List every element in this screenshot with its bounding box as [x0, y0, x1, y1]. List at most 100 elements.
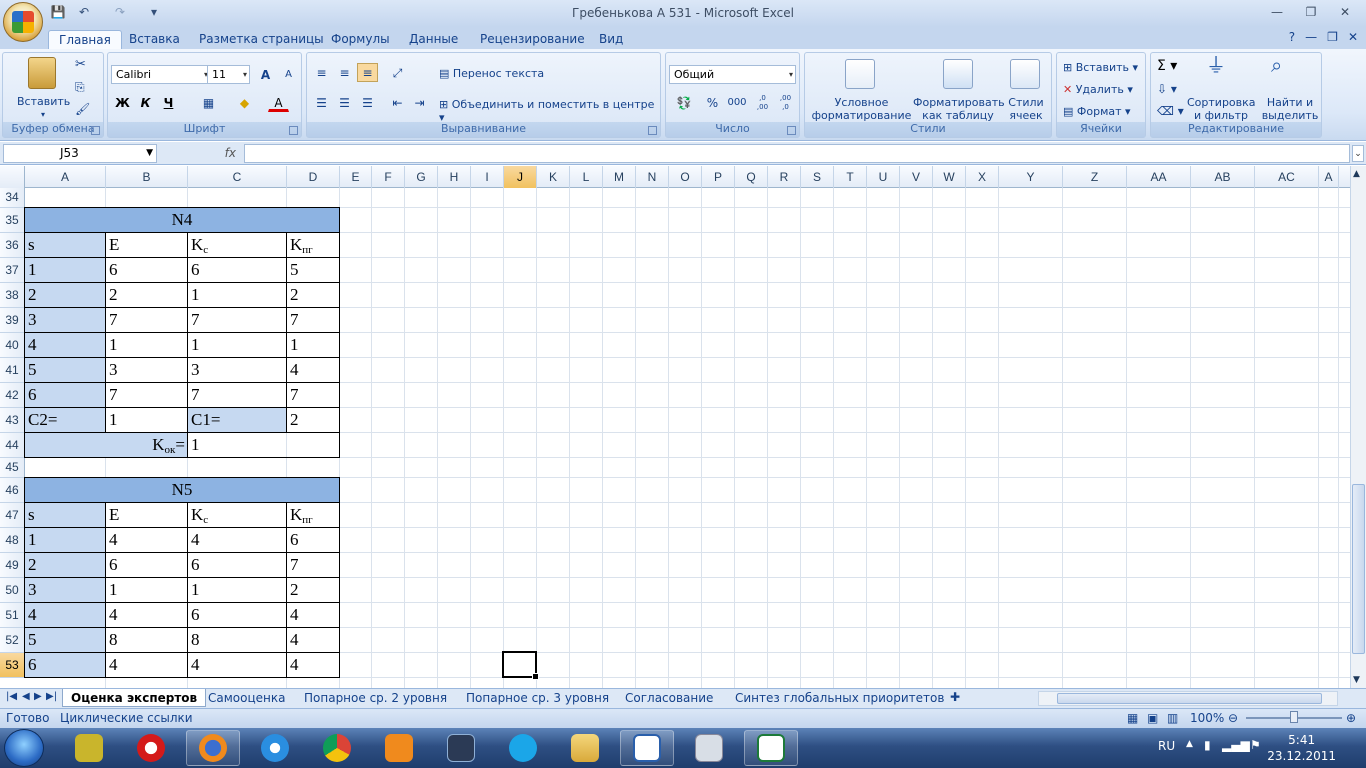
- grow-font-button[interactable]: A: [255, 65, 276, 84]
- insert-cells-button[interactable]: ⊞ Вставить ▾: [1063, 61, 1138, 74]
- prev-sheet-icon[interactable]: ◀: [22, 691, 30, 702]
- restore-icon[interactable]: ❐: [1294, 2, 1328, 22]
- table-cell[interactable]: s: [24, 232, 106, 258]
- column-header[interactable]: R: [768, 166, 801, 188]
- table-cell[interactable]: 2: [24, 552, 106, 578]
- cut-icon[interactable]: ✂: [75, 58, 86, 71]
- battery-icon[interactable]: ▮: [1204, 738, 1211, 752]
- table-cell[interactable]: 1: [187, 432, 340, 458]
- row-header[interactable]: 40: [0, 333, 25, 358]
- column-header[interactable]: E: [340, 166, 372, 188]
- column-header[interactable]: T: [834, 166, 867, 188]
- column-header[interactable]: A: [1319, 166, 1339, 188]
- table-cell[interactable]: 7: [105, 382, 188, 408]
- italic-button[interactable]: К: [135, 93, 156, 112]
- row-header[interactable]: 43: [0, 408, 25, 433]
- table-cell[interactable]: 6: [187, 602, 287, 628]
- table-cell[interactable]: 1: [105, 407, 188, 433]
- worksheet-grid[interactable]: A B C D E F G H I J K L M N O P Q R S T U V W X Y Z AA AB AC A 34 35 36 3…: [0, 166, 1350, 688]
- scroll-down-icon[interactable]: ▼: [1353, 675, 1360, 685]
- zoom-slider-thumb[interactable]: [1290, 711, 1298, 723]
- number-format-box[interactable]: Общий ▾: [669, 65, 796, 84]
- row-header[interactable]: 48: [0, 528, 25, 553]
- table-cell[interactable]: 1: [24, 257, 106, 283]
- column-header[interactable]: D: [287, 166, 340, 188]
- shrink-font-button[interactable]: A: [278, 65, 299, 84]
- tab-review[interactable]: Рецензирование: [470, 30, 595, 49]
- tab-insert[interactable]: Вставка: [119, 30, 190, 49]
- insert-function-button[interactable]: fx: [160, 144, 242, 163]
- table-cell[interactable]: 4: [187, 652, 287, 678]
- table-cell[interactable]: 2: [286, 407, 340, 433]
- taskbar-explorer[interactable]: [558, 730, 612, 766]
- table-cell[interactable]: N5: [24, 477, 340, 503]
- column-header[interactable]: B: [106, 166, 188, 188]
- row-header[interactable]: 49: [0, 553, 25, 578]
- row-header[interactable]: 35: [0, 208, 25, 233]
- taskbar-word[interactable]: [620, 730, 674, 766]
- doc-close-icon[interactable]: ✕: [1348, 30, 1358, 44]
- table-cell[interactable]: 1: [187, 332, 287, 358]
- table-cell[interactable]: 7: [105, 307, 188, 333]
- column-header[interactable]: J: [504, 166, 537, 188]
- row-header[interactable]: 41: [0, 358, 25, 383]
- column-header[interactable]: W: [933, 166, 966, 188]
- column-header[interactable]: M: [603, 166, 636, 188]
- table-cell[interactable]: 5: [286, 257, 340, 283]
- table-cell[interactable]: 2: [286, 577, 340, 603]
- tab-view[interactable]: Вид: [589, 30, 633, 49]
- dialog-launcher-icon[interactable]: [648, 126, 657, 135]
- table-cell[interactable]: 1: [286, 332, 340, 358]
- zoom-in-icon[interactable]: ⊕: [1346, 709, 1356, 727]
- column-header[interactable]: N: [636, 166, 669, 188]
- table-cell[interactable]: Kc: [187, 232, 287, 258]
- dialog-launcher-icon[interactable]: [787, 126, 796, 135]
- table-cell[interactable]: C1=: [187, 407, 287, 433]
- tab-page-layout[interactable]: Разметка страницы: [189, 30, 334, 49]
- table-cell[interactable]: 6: [24, 652, 106, 678]
- table-cell[interactable]: 6: [286, 527, 340, 553]
- column-header[interactable]: C: [188, 166, 287, 188]
- table-cell[interactable]: 4: [286, 652, 340, 678]
- last-sheet-icon[interactable]: ▶|: [46, 691, 57, 702]
- first-sheet-icon[interactable]: |◀: [6, 691, 17, 702]
- table-cell[interactable]: 4: [105, 527, 188, 553]
- table-cell[interactable]: Kc: [187, 502, 287, 528]
- sheet-tab-self[interactable]: Самооценка: [200, 689, 293, 707]
- taskbar-opera[interactable]: [124, 730, 178, 766]
- doc-restore-icon[interactable]: ❐: [1327, 30, 1338, 44]
- format-cells-button[interactable]: ▤ Формат ▾: [1063, 105, 1131, 118]
- show-hidden-icon[interactable]: ▲: [1186, 739, 1193, 749]
- row-header[interactable]: 42: [0, 383, 25, 408]
- borders-icon[interactable]: ▦: [198, 93, 219, 112]
- taskbar-kmp[interactable]: [434, 730, 488, 766]
- sheet-tab-pair3[interactable]: Попарное ср. 3 уровня: [458, 689, 617, 707]
- sort-filter-button[interactable]: Сортировка и фильтр: [1187, 96, 1256, 122]
- sheet-tab-experts[interactable]: Оценка экспертов: [62, 689, 207, 707]
- paste-dropdown-icon[interactable]: ▾: [41, 108, 45, 121]
- table-cell[interactable]: 2: [105, 282, 188, 308]
- table-cell[interactable]: 1: [24, 527, 106, 553]
- font-name-box[interactable]: Calibri ▾: [111, 65, 211, 84]
- row-header[interactable]: 53: [0, 653, 25, 678]
- page-break-view-icon[interactable]: ▥: [1167, 709, 1178, 727]
- table-cell[interactable]: 5: [24, 627, 106, 653]
- table-cell[interactable]: 6: [105, 257, 188, 283]
- autosum-button[interactable]: Σ ▾: [1157, 59, 1177, 73]
- align-right-icon[interactable]: ☰: [357, 93, 378, 112]
- table-cell[interactable]: 7: [286, 307, 340, 333]
- tab-home[interactable]: Главная: [48, 30, 122, 49]
- vertical-scrollbar[interactable]: ▲ ▼: [1350, 166, 1366, 688]
- taskbar-firefox[interactable]: [186, 730, 240, 766]
- table-cell[interactable]: 7: [187, 307, 287, 333]
- clock[interactable]: 5:41 23.12.2011: [1267, 732, 1336, 764]
- taskbar-media[interactable]: [372, 730, 426, 766]
- column-header[interactable]: F: [372, 166, 405, 188]
- row-header[interactable]: 38: [0, 283, 25, 308]
- normal-view-icon[interactable]: ▦: [1127, 709, 1138, 727]
- table-cell[interactable]: Kпг: [286, 232, 340, 258]
- help-icon[interactable]: ?: [1289, 30, 1295, 44]
- column-header[interactable]: I: [471, 166, 504, 188]
- table-cell[interactable]: 3: [105, 357, 188, 383]
- table-cell[interactable]: 3: [24, 577, 106, 603]
